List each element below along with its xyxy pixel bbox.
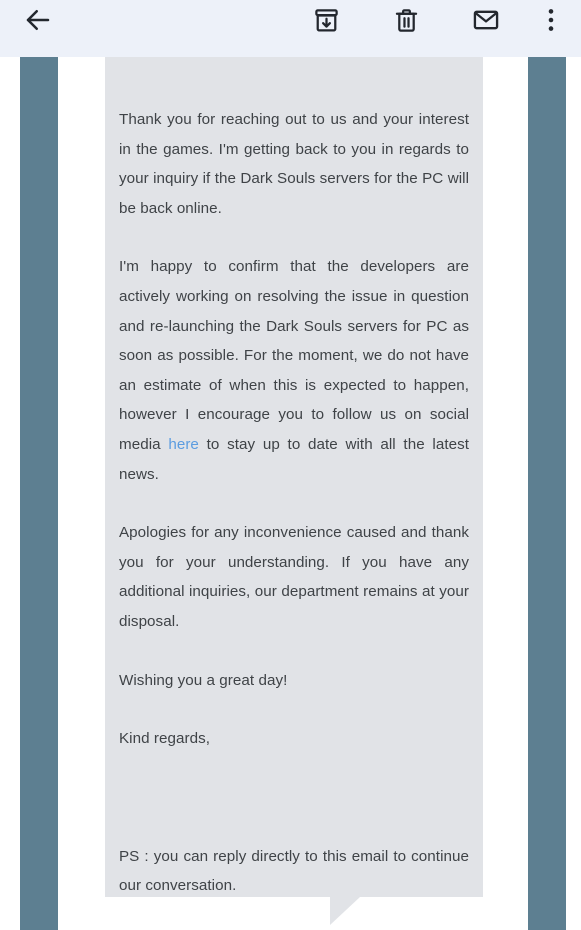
message-paragraph-2: I'm happy to confirm that the developers… bbox=[119, 252, 469, 489]
message-paragraph-3: Apologies for any inconvenience caused a… bbox=[119, 524, 469, 630]
message-bubble-tail bbox=[330, 897, 360, 925]
archive-button[interactable] bbox=[304, 2, 348, 38]
message-bubble: Thank you for reaching out to us and you… bbox=[105, 57, 483, 897]
left-accent-rail bbox=[20, 57, 58, 930]
message-paragraph-1: Thank you for reaching out to us and you… bbox=[119, 111, 469, 217]
back-button[interactable] bbox=[16, 2, 60, 38]
trash-can-icon bbox=[393, 7, 420, 34]
delete-button[interactable] bbox=[384, 2, 428, 38]
mark-unread-button[interactable] bbox=[464, 2, 508, 38]
message-signoff: Kind regards, bbox=[119, 730, 210, 748]
envelope-icon bbox=[472, 6, 500, 34]
social-media-link[interactable]: here bbox=[168, 436, 199, 453]
email-toolbar bbox=[0, 0, 581, 57]
three-dot-vertical-menu-icon bbox=[539, 6, 563, 34]
archive-box-down-arrow-icon bbox=[313, 7, 340, 34]
arrow-left-icon bbox=[23, 5, 53, 35]
right-accent-rail bbox=[528, 57, 566, 930]
clipped-top-line bbox=[119, 57, 469, 69]
message-closing-wish: Wishing you a great day! bbox=[119, 671, 288, 689]
message-paragraph-2-part-a: I'm happy to confirm that the developers… bbox=[119, 258, 469, 453]
message-postscript: PS : you can reply directly to this emai… bbox=[119, 847, 469, 895]
email-reader-screen: Thank you for reaching out to us and you… bbox=[0, 0, 581, 930]
more-options-button[interactable] bbox=[534, 2, 568, 38]
